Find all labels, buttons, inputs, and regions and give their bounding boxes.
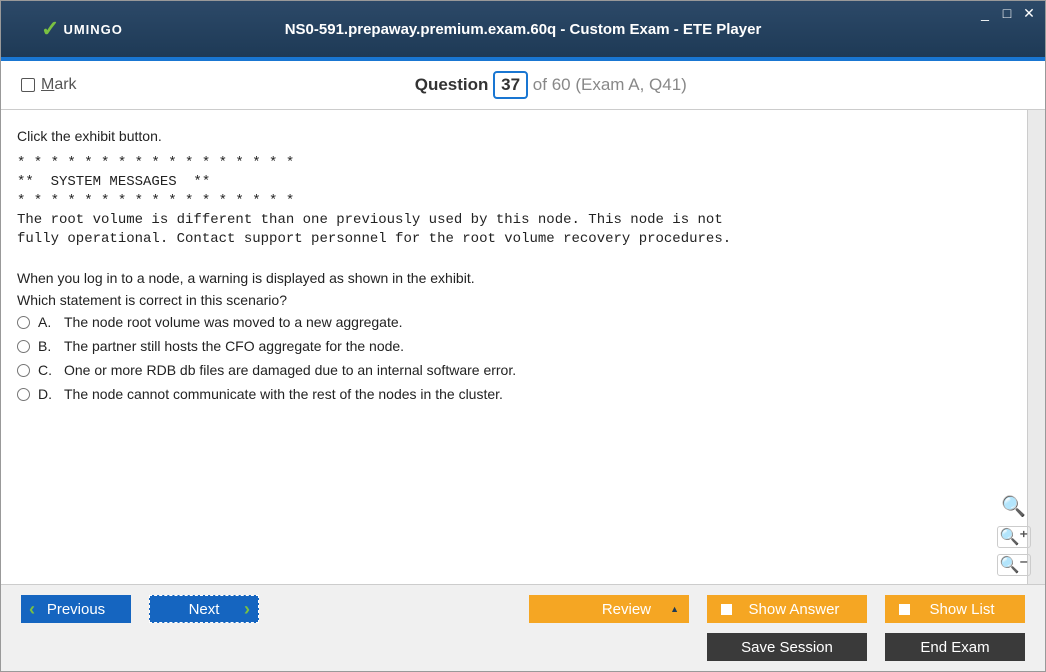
answer-letter: C. — [38, 362, 56, 378]
window-title: NS0-591.prepaway.premium.exam.60q - Cust… — [285, 21, 762, 38]
content-area: Click the exhibit button. * * * * * * * … — [1, 110, 1045, 584]
logo: ✓ UMINGO — [41, 16, 123, 42]
nav-buttons: Previous Next — [21, 595, 259, 623]
show-list-button[interactable]: Show List — [885, 595, 1025, 623]
mark-checkbox[interactable] — [21, 78, 35, 92]
answer-radio-a[interactable] — [17, 316, 30, 329]
answer-radio-d[interactable] — [17, 388, 30, 401]
minimize-icon[interactable]: _ — [977, 5, 993, 22]
mark-label[interactable]: Mark — [41, 76, 77, 94]
answer-text: One or more RDB db files are damaged due… — [64, 362, 516, 378]
question-text: Which statement is correct in this scena… — [17, 292, 1029, 308]
footer-row-2: Save Session End Exam — [21, 633, 1025, 661]
scenario-text: When you log in to a node, a warning is … — [17, 270, 1029, 286]
answers-list: A. The node root volume was moved to a n… — [17, 314, 1029, 402]
logo-check-icon: ✓ — [41, 16, 59, 42]
review-button[interactable]: Review — [529, 595, 689, 623]
question-number: 37 — [493, 71, 528, 99]
question-bar: Mark Question 37 of 60 (Exam A, Q41) — [1, 61, 1045, 110]
zoom-tools: 🔍 🔍⁺ 🔍⁻ — [997, 493, 1031, 576]
logo-text: UMINGO — [63, 22, 122, 37]
answer-letter: B. — [38, 338, 56, 354]
answer-option-d[interactable]: D. The node cannot communicate with the … — [17, 386, 1029, 402]
search-icon[interactable]: 🔍 — [997, 493, 1031, 520]
footer-row-1: Previous Next Review Show Answer Show Li… — [21, 595, 1025, 623]
answer-text: The partner still hosts the CFO aggregat… — [64, 338, 404, 354]
previous-button[interactable]: Previous — [21, 595, 131, 623]
intro-text: Click the exhibit button. — [17, 128, 1029, 144]
window-controls: _ □ ✕ — [977, 5, 1037, 22]
action-buttons: Review Show Answer Show List — [529, 595, 1025, 623]
zoom-out-icon[interactable]: 🔍⁻ — [997, 554, 1031, 576]
answer-radio-b[interactable] — [17, 340, 30, 353]
next-button[interactable]: Next — [149, 595, 259, 623]
end-exam-button[interactable]: End Exam — [885, 633, 1025, 661]
close-icon[interactable]: ✕ — [1021, 5, 1037, 22]
maximize-icon[interactable]: □ — [999, 5, 1015, 22]
answer-text: The node cannot communicate with the res… — [64, 386, 503, 402]
question-total: of 60 (Exam A, Q41) — [533, 75, 687, 94]
zoom-in-icon[interactable]: 🔍⁺ — [997, 526, 1031, 548]
titlebar: ✓ UMINGO NS0-591.prepaway.premium.exam.6… — [1, 1, 1045, 57]
show-answer-button[interactable]: Show Answer — [707, 595, 867, 623]
question-label: Question — [415, 75, 489, 94]
exhibit-block: * * * * * * * * * * * * * * * * * ** SYS… — [17, 154, 1029, 248]
save-session-button[interactable]: Save Session — [707, 633, 867, 661]
mark-section[interactable]: Mark — [21, 76, 77, 94]
answer-option-a[interactable]: A. The node root volume was moved to a n… — [17, 314, 1029, 330]
answer-text: The node root volume was moved to a new … — [64, 314, 403, 330]
question-info: Question 37 of 60 (Exam A, Q41) — [77, 71, 1025, 99]
answer-option-c[interactable]: C. One or more RDB db files are damaged … — [17, 362, 1029, 378]
answer-option-b[interactable]: B. The partner still hosts the CFO aggre… — [17, 338, 1029, 354]
answer-letter: D. — [38, 386, 56, 402]
answer-letter: A. — [38, 314, 56, 330]
footer: Previous Next Review Show Answer Show Li… — [1, 584, 1045, 671]
answer-radio-c[interactable] — [17, 364, 30, 377]
